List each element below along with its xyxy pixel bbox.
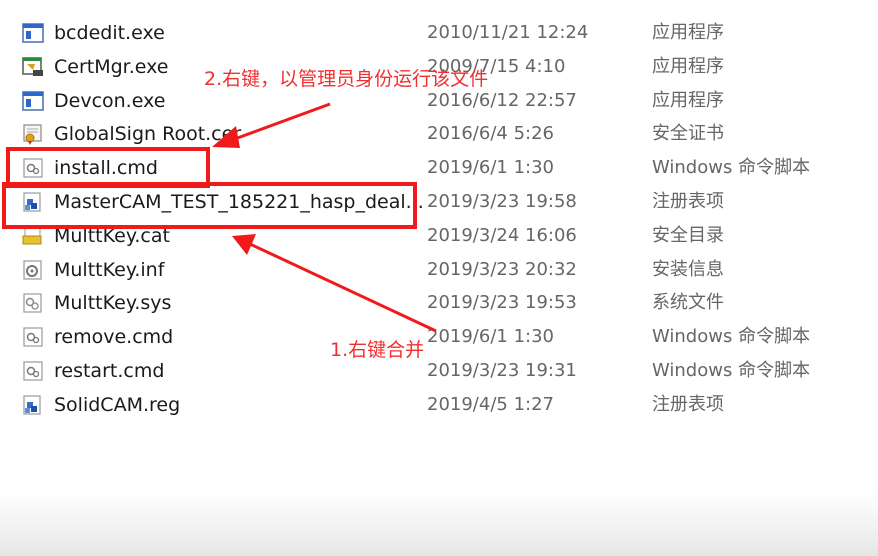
arrow-step2: [212, 102, 331, 148]
arrow-step1: [232, 234, 437, 333]
annotation-step1: 1.右键合并: [330, 339, 425, 361]
annotation-step2: 2.右键，以管理员身份运行该文件: [204, 68, 489, 90]
